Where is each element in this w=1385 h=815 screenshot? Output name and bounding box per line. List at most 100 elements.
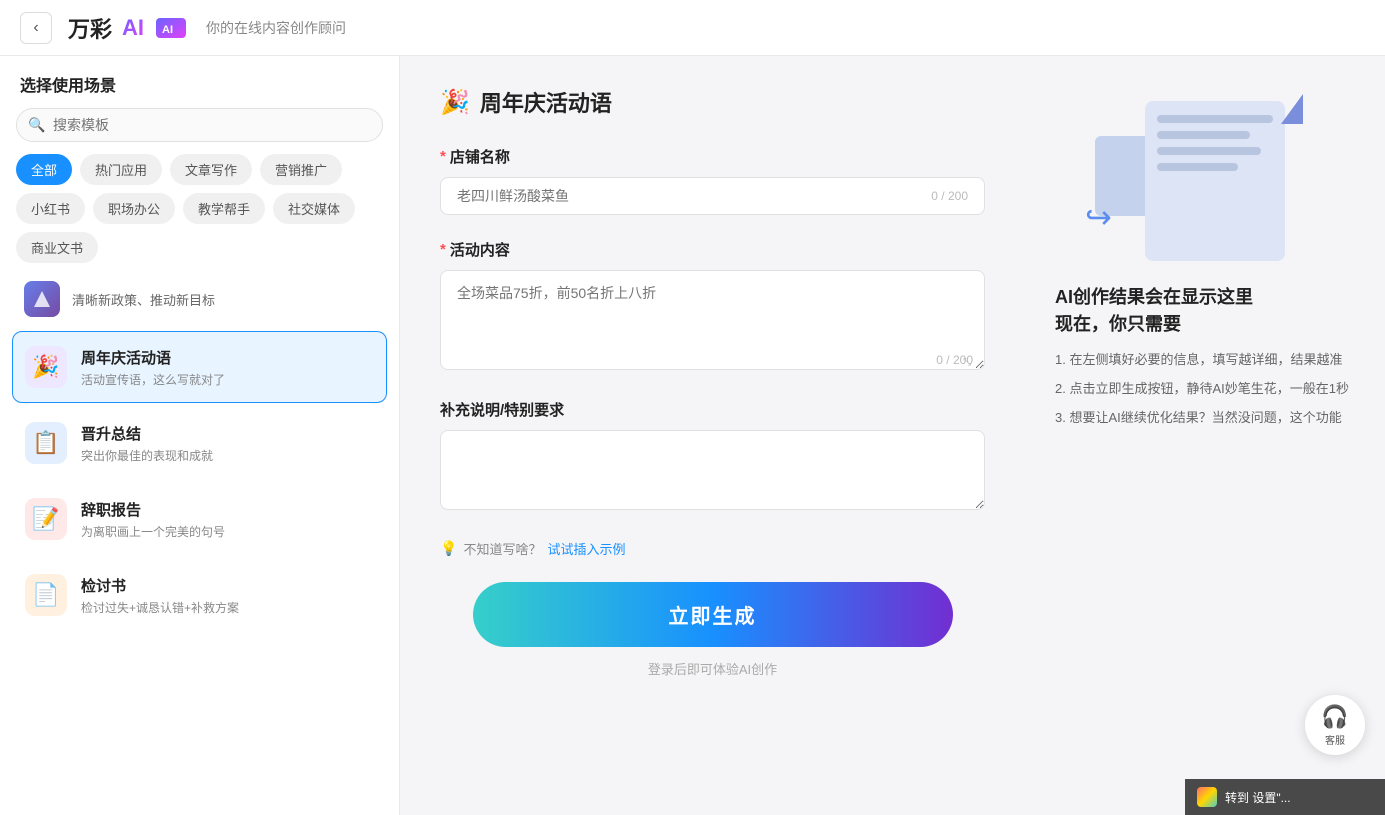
resignation-desc: 为离职画上一个完美的句号 xyxy=(81,523,225,540)
cs-label: 客服 xyxy=(1325,732,1345,747)
extra-label: 补充说明/特别要求 xyxy=(440,399,985,420)
extra-section: 补充说明/特别要求 xyxy=(440,399,985,515)
login-hint: 登录后即可体验AI创作 xyxy=(440,659,985,678)
logo-icon: AI xyxy=(156,18,186,38)
special-text: 清晰新政策、推动新目标 xyxy=(72,290,215,309)
activity-textarea-wrapper: 0 / 200 ⤡ xyxy=(440,270,985,375)
anniversary-icon: 🎉 xyxy=(25,346,67,388)
tag-business[interactable]: 商业文书 xyxy=(16,232,98,263)
activity-content-section: * 活动内容 0 / 200 ⤡ xyxy=(440,239,985,375)
tag-marketing[interactable]: 营销推广 xyxy=(260,154,342,185)
cs-icon: 🎧 xyxy=(1321,704,1348,730)
bottom-icon xyxy=(1197,787,1217,807)
tag-office[interactable]: 职场办公 xyxy=(93,193,175,224)
main-layout: 选择使用场景 🔍 全部 热门应用 文章写作 营销推广 小红书 职场办公 教学帮手… xyxy=(0,56,1385,815)
extra-textarea-wrapper xyxy=(440,430,985,515)
instructions: AI创作结果会在显示这里 现在，你只需要 1. 在左侧填好必要的信息，填写越详细… xyxy=(1045,284,1359,436)
activity-textarea[interactable] xyxy=(440,270,985,370)
tag-article[interactable]: 文章写作 xyxy=(170,154,252,185)
shop-name-input[interactable] xyxy=(457,188,931,204)
form-header: 🎉 周年庆活动语 xyxy=(440,86,985,118)
shop-name-input-row: 0 / 200 xyxy=(440,177,985,215)
tag-hot[interactable]: 热门应用 xyxy=(80,154,162,185)
review-icon: 📄 xyxy=(25,574,67,616)
anniversary-desc: 活动宣传语，这么写就对了 xyxy=(81,371,225,388)
tags-area: 全部 热门应用 文章写作 营销推广 小红书 职场办公 教学帮手 社交媒体 商业文… xyxy=(0,154,399,271)
sidebar: 选择使用场景 🔍 全部 热门应用 文章写作 营销推广 小红书 职场办公 教学帮手… xyxy=(0,56,400,815)
illus-arrow: ↩ xyxy=(1085,198,1112,236)
illustration: ↩ xyxy=(1085,86,1325,276)
promotion-desc: 突出你最佳的表现和成就 xyxy=(81,447,213,464)
special-icon xyxy=(24,281,60,317)
tag-social[interactable]: 社交媒体 xyxy=(273,193,355,224)
logo-ai-text: AI xyxy=(122,15,144,41)
activity-label: * 活动内容 xyxy=(440,239,985,260)
search-input[interactable] xyxy=(16,108,383,142)
resignation-title: 辞职报告 xyxy=(81,499,225,520)
search-icon: 🔍 xyxy=(28,117,45,134)
app-header: ‹ 万彩 AI AI 你的在线内容创作顾问 xyxy=(0,0,1385,56)
hint-link[interactable]: 试试插入示例 xyxy=(547,539,625,558)
promotion-content: 晋升总结 突出你最佳的表现和成就 xyxy=(81,423,213,464)
review-desc: 检讨过失+诚恳认错+补救方案 xyxy=(81,599,239,616)
instructions-title: AI创作结果会在显示这里 现在，你只需要 xyxy=(1055,284,1349,338)
anniversary-title: 周年庆活动语 xyxy=(81,347,225,368)
list-item-resignation[interactable]: 📝 辞职报告 为离职画上一个完美的句号 xyxy=(12,483,387,555)
hint-icon: 💡 xyxy=(440,540,457,557)
logo-text: 万彩 xyxy=(68,12,112,44)
form-title: 周年庆活动语 xyxy=(480,86,612,118)
customer-service-button[interactable]: 🎧 客服 xyxy=(1305,695,1365,755)
form-title-icon: 🎉 xyxy=(440,88,470,117)
back-button[interactable]: ‹ xyxy=(20,12,52,44)
header-subtitle: 你的在线内容创作顾问 xyxy=(206,18,346,38)
resignation-content: 辞职报告 为离职画上一个完美的句号 xyxy=(81,499,225,540)
content-area: 🎉 周年庆活动语 * 店铺名称 0 / 200 * 活动内容 0 / 200 xyxy=(400,56,1025,815)
required-star-2: * xyxy=(440,241,446,258)
illus-triangle xyxy=(1281,94,1303,124)
extra-label-text: 补充说明/特别要求 xyxy=(440,399,564,420)
illus-line-2 xyxy=(1157,131,1250,139)
hint-text: 不知道写啥？ xyxy=(463,539,541,558)
required-star-1: * xyxy=(440,148,446,165)
instruction-2: 2. 点击立即生成按钮，静待AI妙笔生花，一般在1秒 xyxy=(1055,379,1349,400)
logo-area: 万彩 AI AI xyxy=(68,12,186,44)
anniversary-content: 周年庆活动语 活动宣传语，这么写就对了 xyxy=(81,347,225,388)
tag-teaching[interactable]: 教学帮手 xyxy=(183,193,265,224)
activity-label-text: 活动内容 xyxy=(450,239,510,260)
list-item-anniversary[interactable]: 🎉 周年庆活动语 活动宣传语，这么写就对了 xyxy=(12,331,387,403)
list-item-promotion[interactable]: 📋 晋升总结 突出你最佳的表现和成就 xyxy=(12,407,387,479)
svg-text:AI: AI xyxy=(162,24,173,36)
instructions-title-line1: AI创作结果会在显示这里 xyxy=(1055,284,1349,311)
list-item-review[interactable]: 📄 检讨书 检讨过失+诚恳认错+补救方案 xyxy=(12,559,387,631)
review-title: 检讨书 xyxy=(81,575,239,596)
sidebar-title: 选择使用场景 xyxy=(0,56,399,108)
instruction-1: 1. 在左侧填好必要的信息，填写越详细，结果越准 xyxy=(1055,350,1349,371)
resize-handle[interactable]: ⤡ xyxy=(963,357,975,369)
promotion-icon: 📋 xyxy=(25,422,67,464)
illus-line-1 xyxy=(1157,115,1273,123)
shop-name-section: * 店铺名称 0 / 200 xyxy=(440,146,985,215)
bottom-bar: 转到 设置"... xyxy=(1185,779,1385,815)
sidebar-list: 清晰新政策、推动新目标 🎉 周年庆活动语 活动宣传语，这么写就对了 📋 晋升总结… xyxy=(0,271,399,815)
review-content: 检讨书 检讨过失+诚恳认错+补救方案 xyxy=(81,575,239,616)
back-icon: ‹ xyxy=(33,19,38,37)
tag-xiaohongshu[interactable]: 小红书 xyxy=(16,193,85,224)
special-item[interactable]: 清晰新政策、推动新目标 xyxy=(12,271,387,327)
generate-button[interactable]: 立即生成 xyxy=(473,582,953,647)
shop-name-label: * 店铺名称 xyxy=(440,146,985,167)
instructions-title-line2: 现在，你只需要 xyxy=(1055,311,1349,338)
special-icon-svg xyxy=(32,289,52,309)
resignation-icon: 📝 xyxy=(25,498,67,540)
illus-line-3 xyxy=(1157,147,1261,155)
instruction-3: 3. 想要让AI继续优化结果？当然没问题，这个功能 xyxy=(1055,408,1349,429)
bottom-bar-text: 转到 设置"... xyxy=(1225,789,1291,806)
hint-row: 💡 不知道写啥？ 试试插入示例 xyxy=(440,539,985,558)
extra-textarea[interactable] xyxy=(440,430,985,510)
illus-line-4 xyxy=(1157,163,1238,171)
tag-all[interactable]: 全部 xyxy=(16,154,72,185)
shop-name-counter: 0 / 200 xyxy=(931,189,968,203)
promotion-title: 晋升总结 xyxy=(81,423,213,444)
shop-name-label-text: 店铺名称 xyxy=(450,146,510,167)
illus-paper-main xyxy=(1145,101,1285,261)
search-box: 🔍 xyxy=(16,108,383,142)
